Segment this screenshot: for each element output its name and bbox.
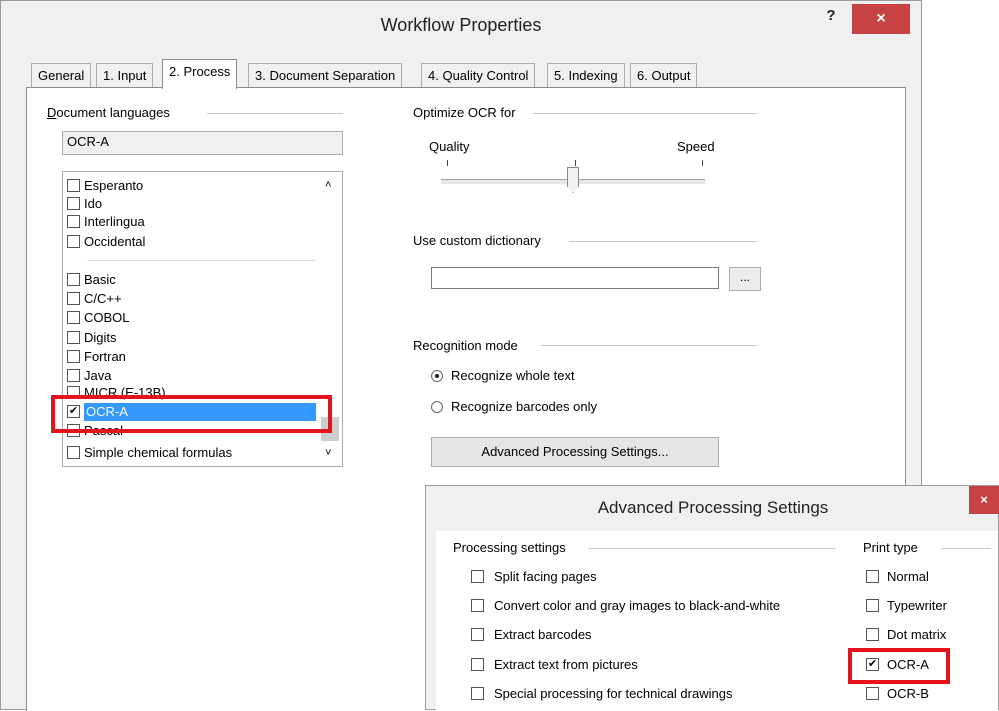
dialog-close-button[interactable]: ×	[969, 486, 999, 514]
scroll-up-icon[interactable]: ˄	[325, 179, 331, 191]
group-divider	[533, 113, 757, 114]
radio-icon[interactable]	[431, 369, 443, 382]
list-item[interactable]: C/C++	[67, 290, 122, 308]
browse-button[interactable]: ...	[729, 267, 761, 291]
group-divider	[941, 548, 991, 549]
checkbox[interactable]	[866, 687, 879, 701]
group-divider	[588, 548, 836, 549]
help-button[interactable]: ?	[814, 7, 848, 29]
document-languages-field[interactable]: OCR-A	[62, 131, 343, 155]
document-languages-label: Document languages	[47, 105, 170, 120]
print-type-dot-matrix[interactable]: Dot matrix	[866, 627, 946, 642]
checkbox[interactable]	[67, 235, 80, 249]
checkbox[interactable]	[471, 687, 484, 701]
tab-general[interactable]: General	[31, 63, 92, 87]
tab-indexing[interactable]: 5. Indexing	[547, 63, 625, 87]
group-divider	[207, 113, 343, 114]
checkbox[interactable]	[866, 599, 879, 613]
checkbox[interactable]	[67, 292, 80, 306]
option-technical-drawings[interactable]: Special processing for technical drawing…	[471, 686, 732, 701]
checkbox[interactable]	[866, 628, 879, 642]
checkbox[interactable]	[67, 369, 80, 383]
tab-input[interactable]: 1. Input	[96, 63, 154, 87]
dialog-title: Advanced Processing Settings	[597, 498, 829, 517]
list-item[interactable]: Basic	[67, 271, 116, 289]
tab-quality-control[interactable]: 4. Quality Control	[421, 63, 536, 87]
speed-label: Speed	[677, 139, 715, 154]
list-separator	[87, 260, 317, 261]
list-item[interactable]: Java	[67, 367, 111, 385]
checkbox[interactable]	[67, 197, 80, 211]
list-item[interactable]: Digits	[67, 329, 117, 347]
tab-output[interactable]: 6. Output	[630, 63, 698, 87]
window-title: Workflow Properties	[380, 15, 542, 35]
list-item[interactable]: Esperanto	[67, 177, 143, 195]
quality-label: Quality	[429, 139, 470, 154]
optimize-ocr-label: Optimize OCR for	[413, 105, 516, 120]
print-type-normal[interactable]: Normal	[866, 569, 929, 584]
highlight-box-print-ocr-a	[848, 648, 950, 684]
advanced-processing-dialog: Advanced Processing Settings × Processin…	[425, 485, 999, 711]
checkbox[interactable]	[471, 570, 484, 584]
list-item[interactable]: Occidental	[67, 233, 145, 251]
checkbox[interactable]	[471, 658, 484, 672]
slider-tick	[447, 160, 448, 166]
option-split-facing-pages[interactable]: Split facing pages	[471, 569, 597, 584]
option-extract-text-pictures[interactable]: Extract text from pictures	[471, 657, 638, 672]
title-bar: Workflow Properties ? ×	[1, 1, 921, 49]
option-convert-bw[interactable]: Convert color and gray images to black-a…	[471, 598, 780, 613]
scroll-down-icon[interactable]: ˅	[325, 447, 331, 459]
checkbox[interactable]	[67, 311, 80, 325]
checkbox[interactable]	[471, 628, 484, 642]
checkbox[interactable]	[67, 179, 80, 193]
checkbox[interactable]	[67, 331, 80, 345]
list-item[interactable]: Fortran	[67, 348, 126, 366]
tab-document-separation[interactable]: 3. Document Separation	[248, 63, 403, 87]
highlight-box-ocr-a	[51, 395, 332, 433]
list-item[interactable]: Simple chemical formulas	[67, 444, 232, 462]
dialog-panel: Processing settings Split facing pages C…	[436, 531, 998, 711]
radio-recognize-barcodes[interactable]: Recognize barcodes only	[431, 399, 597, 414]
close-button[interactable]: ×	[852, 4, 910, 34]
list-item[interactable]: Interlingua	[67, 213, 145, 231]
advanced-processing-settings-button[interactable]: Advanced Processing Settings...	[431, 437, 719, 467]
processing-settings-label: Processing settings	[453, 540, 566, 555]
checkbox[interactable]	[67, 446, 80, 460]
checkbox[interactable]	[471, 599, 484, 613]
recognition-mode-label: Recognition mode	[413, 338, 518, 353]
checkbox[interactable]	[67, 215, 80, 229]
slider-tick	[702, 160, 703, 166]
checkbox[interactable]	[67, 350, 80, 364]
print-type-label: Print type	[863, 540, 918, 555]
custom-dictionary-label: Use custom dictionary	[413, 233, 541, 248]
slider-tick	[575, 160, 576, 166]
tab-process[interactable]: 2. Process	[162, 59, 238, 89]
custom-dictionary-input[interactable]	[431, 267, 719, 289]
radio-icon[interactable]	[431, 400, 443, 413]
group-divider	[541, 345, 757, 346]
print-type-typewriter[interactable]: Typewriter	[866, 598, 947, 613]
option-extract-barcodes[interactable]: Extract barcodes	[471, 627, 592, 642]
radio-recognize-whole-text[interactable]: Recognize whole text	[431, 368, 575, 383]
group-divider	[569, 241, 757, 242]
list-item[interactable]: Ido	[67, 195, 102, 213]
print-type-ocr-b[interactable]: OCR-B	[866, 686, 929, 701]
list-item[interactable]: COBOL	[67, 309, 130, 327]
checkbox[interactable]	[866, 570, 879, 584]
checkbox[interactable]	[67, 273, 80, 287]
